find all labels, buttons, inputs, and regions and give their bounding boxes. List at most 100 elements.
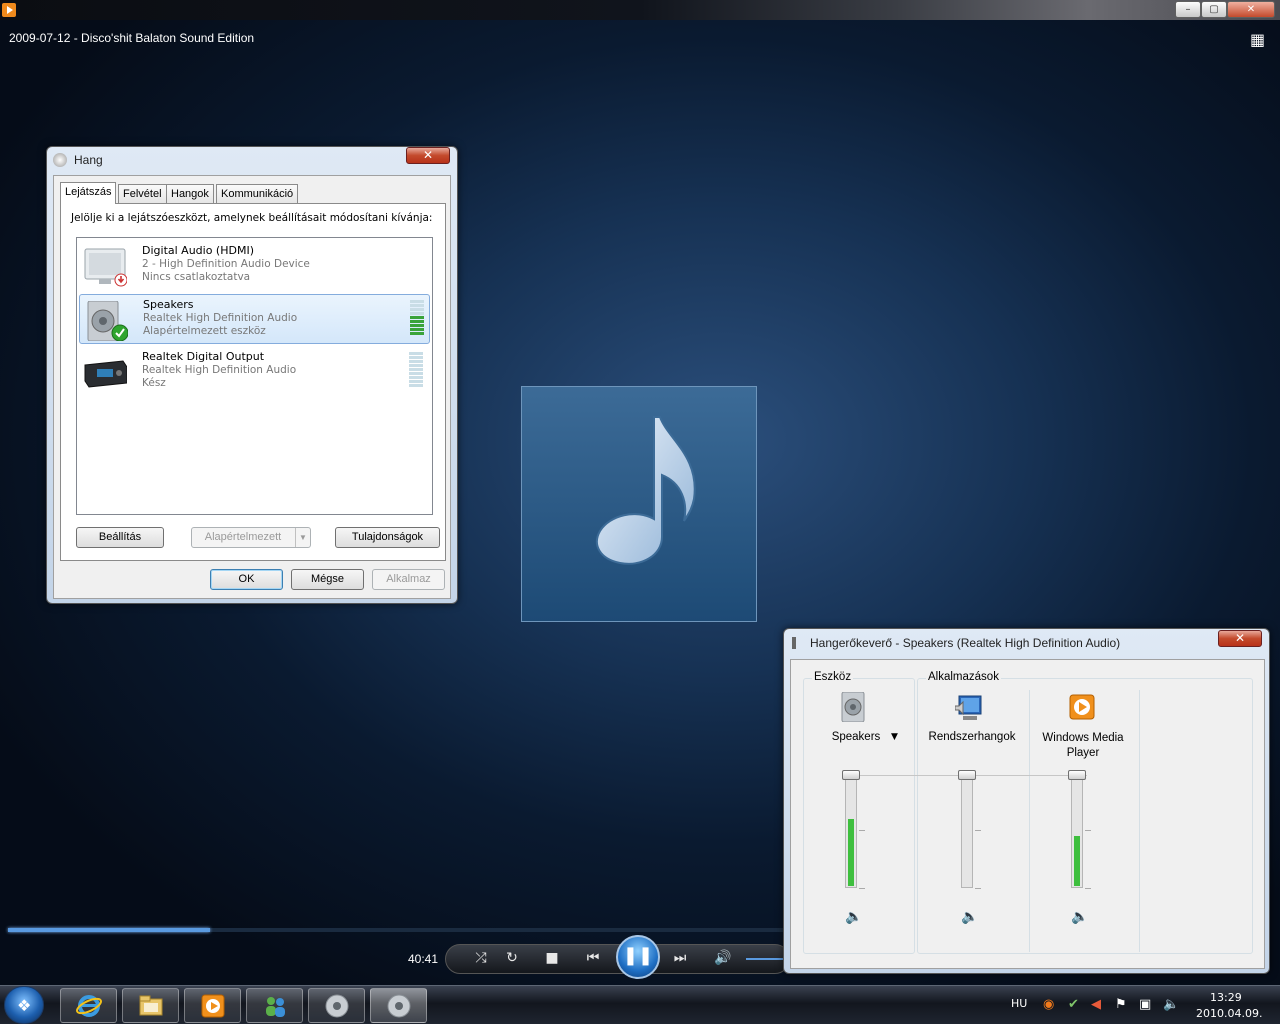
playback-panel: Jelölje ki a lejátszóeszközt, amelynek b…: [60, 203, 446, 561]
taskbar-volume-mixer[interactable]: [370, 988, 427, 1023]
action-center-flag-icon[interactable]: ⚑: [1115, 997, 1127, 1012]
maximize-button[interactable]: ▢: [1201, 1, 1227, 18]
divider: [1139, 690, 1140, 952]
sound-icon: [325, 994, 349, 1018]
mixer-title-icon: [792, 637, 802, 649]
repeat-icon[interactable]: ↻: [500, 950, 524, 966]
tick: [1085, 830, 1091, 831]
mute-speakers-icon[interactable]: 🔈: [845, 909, 862, 925]
device-status: Nincs csatlakoztatva: [142, 271, 251, 283]
sound-icon: [387, 994, 411, 1018]
slider-thumb[interactable]: [842, 770, 860, 780]
start-button[interactable]: ❖: [4, 986, 44, 1024]
tab-sounds[interactable]: Hangok: [166, 184, 214, 204]
level-fill: [848, 818, 854, 886]
channel-label: Rendszerhangok: [928, 731, 1016, 743]
device-item-speakers[interactable]: Speakers Realtek High Definition Audio A…: [79, 294, 430, 344]
taskbar-internet-explorer[interactable]: [60, 988, 117, 1023]
dialog-title: Hang: [74, 153, 103, 167]
taskbar-sound[interactable]: [308, 988, 365, 1023]
windows-media-player-icon: [201, 994, 225, 1018]
ok-button[interactable]: OK: [210, 569, 283, 590]
applications-group-label: Alkalmazások: [926, 671, 1001, 683]
clock-time[interactable]: 13:29: [1210, 991, 1242, 1004]
messenger-icon: [266, 997, 285, 1017]
mixer-body: Eszköz Alkalmazások Speakers ▼ Rendszerh…: [790, 659, 1265, 969]
speaker-icon: [87, 301, 128, 341]
cancel-button[interactable]: Mégse: [291, 569, 364, 590]
clock-date[interactable]: 2010.04.09.: [1196, 1007, 1262, 1020]
device-status: Kész: [142, 377, 166, 389]
device-name: Realtek Digital Output: [142, 350, 265, 363]
device-name: Digital Audio (HDMI): [142, 244, 254, 257]
volume-mixer-window: Hangerőkeverő - Speakers (Realtek High D…: [783, 628, 1270, 974]
window-title: Hangerőkeverő - Speakers (Realtek High D…: [810, 636, 1121, 650]
sound-dialog: Hang ✕ Lejátszás Felvétel Hangok Kommuni…: [46, 146, 458, 604]
taskbar-explorer[interactable]: [122, 988, 179, 1023]
device-item-hdmi[interactable]: Digital Audio (HDMI) 2 - High Definition…: [79, 241, 430, 291]
previous-icon[interactable]: ⏮: [581, 950, 605, 966]
volume-slider[interactable]: [746, 958, 786, 960]
tick: [975, 888, 981, 889]
chevron-down-icon[interactable]: ▼: [295, 528, 310, 547]
device-dropdown-icon[interactable]: ▼: [891, 732, 898, 742]
wmp-app-icon: [2, 3, 16, 17]
stop-icon[interactable]: ■: [540, 950, 564, 966]
now-playing-title: 2009-07-12 - Disco'shit Balaton Sound Ed…: [9, 31, 255, 45]
volume-tray-icon[interactable]: 🔈: [1163, 997, 1179, 1012]
windows-logo-icon: ❖: [17, 996, 32, 1015]
taskbar-windows-media-player[interactable]: [184, 988, 241, 1023]
volume-slider-system-sounds[interactable]: [961, 772, 973, 888]
set-default-button[interactable]: Alapértelmezett ▼: [191, 527, 311, 548]
tick: [859, 888, 865, 889]
security-tray-icon[interactable]: ✔: [1068, 997, 1079, 1012]
properties-button[interactable]: Tulajdonságok: [335, 527, 440, 548]
slider-thumb[interactable]: [1068, 770, 1086, 780]
volume-slider-speakers[interactable]: [845, 772, 857, 888]
close-button[interactable]: ✕: [1227, 1, 1275, 18]
tab-communications[interactable]: Kommunikáció: [216, 184, 299, 204]
switch-to-library-icon[interactable]: ▦: [1250, 30, 1265, 49]
mute-system-sounds-icon[interactable]: 🔈: [961, 909, 978, 925]
device-list[interactable]: Digital Audio (HDMI) 2 - High Definition…: [76, 237, 433, 515]
album-art: [521, 386, 757, 622]
tick: [859, 830, 865, 831]
shuffle-icon[interactable]: ⤮: [469, 950, 493, 966]
dialog-body: Lejátszás Felvétel Hangok Kommunikáció J…: [53, 175, 451, 599]
minimize-button[interactable]: –: [1175, 1, 1201, 18]
tab-playback[interactable]: Lejátszás: [60, 182, 117, 204]
next-icon[interactable]: ⏭: [668, 950, 692, 966]
seek-progress: [8, 928, 210, 932]
internet-explorer-icon: [76, 995, 102, 1017]
level-meter: [409, 352, 423, 390]
apply-button[interactable]: Alkalmaz: [372, 569, 445, 590]
pause-button[interactable]: ❚❚: [616, 935, 660, 979]
tick: [1085, 888, 1091, 889]
seek-bar[interactable]: [8, 928, 783, 932]
close-button[interactable]: ✕: [1218, 630, 1262, 647]
tab-recording[interactable]: Felvétel: [118, 184, 167, 204]
taskbar-messenger[interactable]: [246, 988, 303, 1023]
close-button[interactable]: ✕: [406, 147, 450, 164]
level-fill: [1074, 835, 1080, 886]
device-status: Alapértelmezett eszköz: [143, 325, 266, 337]
system-sounds-icon: [955, 695, 982, 720]
configure-button[interactable]: Beállítás: [76, 527, 164, 548]
slider-thumb[interactable]: [958, 770, 976, 780]
explorer-icon: [139, 995, 163, 1016]
speaker-icon: [841, 692, 865, 722]
set-default-label: Alapértelmezett: [204, 531, 282, 543]
music-note-icon: [595, 416, 696, 565]
device-item-digital-output[interactable]: Realtek Digital Output Realtek High Defi…: [79, 347, 430, 397]
network-icon[interactable]: ▣: [1139, 997, 1151, 1012]
volume-warning-tray-icon[interactable]: ◀: [1091, 997, 1101, 1012]
volume-icon[interactable]: 🔊: [711, 950, 735, 966]
wmp-icon: [1069, 694, 1095, 720]
volume-slider-wmp[interactable]: [1071, 772, 1083, 888]
channel-label: Speakers: [831, 731, 881, 743]
sound-dialog-icon: [53, 153, 67, 167]
flash-tray-icon[interactable]: ◉: [1043, 997, 1054, 1012]
monitor-icon: [84, 248, 127, 287]
language-indicator[interactable]: HU: [1011, 997, 1027, 1010]
mute-wmp-icon[interactable]: 🔈: [1071, 909, 1088, 925]
